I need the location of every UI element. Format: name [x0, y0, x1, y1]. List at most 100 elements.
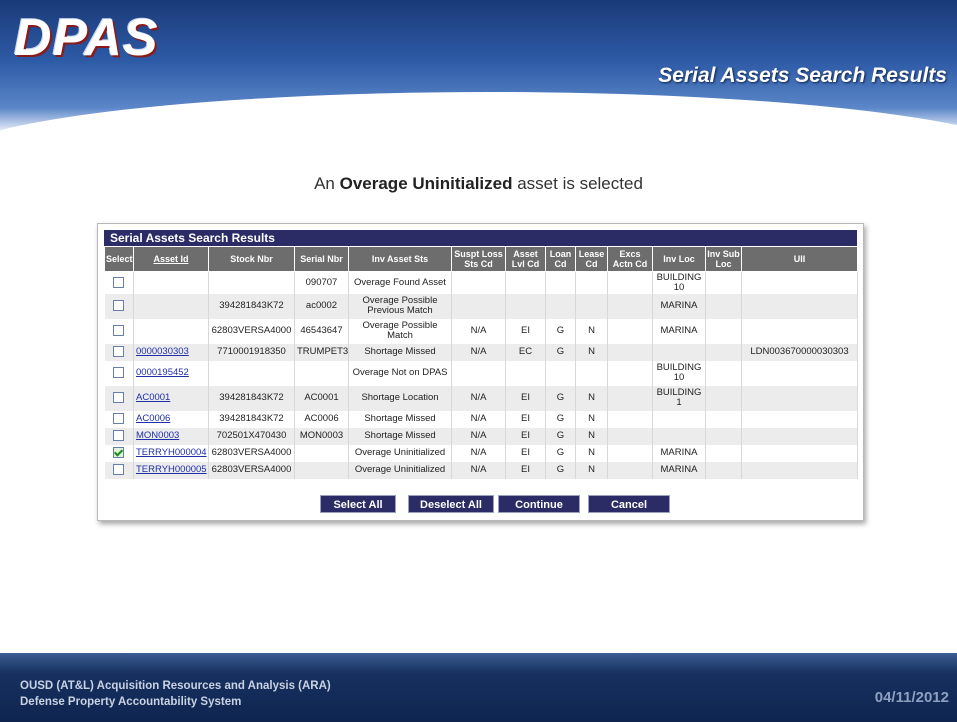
asset-lvl-cell: [505, 360, 546, 386]
lease-cell: [575, 360, 608, 386]
suspt-loss-cell: N/A: [451, 343, 506, 361]
asset-id-link[interactable]: AC0006: [136, 413, 170, 424]
row-checkbox[interactable]: [113, 447, 125, 459]
row-select-cell[interactable]: [104, 360, 134, 386]
inv-sub-loc-cell: [705, 318, 742, 344]
asset-id-link[interactable]: 0000030303: [136, 346, 189, 357]
inv-asset-sts-cell: Overage Possible Previous Match: [348, 293, 452, 319]
loan-cell: G: [545, 385, 576, 411]
lease-cell: N: [575, 444, 608, 462]
inv-loc-cell: [652, 410, 706, 428]
lease-cell: N: [575, 410, 608, 428]
inv-asset-sts-cell: Shortage Location: [348, 385, 452, 411]
row-select-cell[interactable]: [104, 444, 134, 462]
inv-asset-sts-cell: Shortage Missed: [348, 410, 452, 428]
row-select-cell[interactable]: [104, 461, 134, 479]
excs-cell: [607, 410, 653, 428]
table-row: TERRYH000005 62803VERSA4000 Overage Unin…: [104, 461, 858, 479]
stock-nbr-cell: 62803VERSA4000: [208, 444, 295, 462]
inv-asset-sts-cell: Overage Not on DPAS: [348, 360, 452, 386]
row-select-cell[interactable]: [104, 385, 134, 411]
asset-id-link[interactable]: AC0001: [136, 392, 170, 403]
asset-lvl-cell: EI: [505, 318, 546, 344]
row-checkbox[interactable]: [113, 300, 125, 312]
asset-lvl-cell: [505, 271, 546, 294]
uii-cell: [741, 360, 858, 386]
cancel-button[interactable]: Cancel: [588, 495, 670, 513]
table-row: MON0003 702501X470430 MON0003 Shortage M…: [104, 427, 858, 445]
inv-sub-loc-cell: [705, 461, 742, 479]
row-select-cell[interactable]: [104, 427, 134, 445]
asset-id-link[interactable]: MON0003: [136, 430, 179, 441]
asset-id-cell: MON0003: [133, 427, 209, 445]
row-checkbox[interactable]: [113, 346, 125, 358]
table-row: 62803VERSA4000 46543647 Overage Possible…: [104, 318, 858, 344]
suspt-loss-cell: N/A: [451, 444, 506, 462]
asset-id-link[interactable]: TERRYH000004: [136, 447, 207, 458]
page-title: Serial Assets Search Results: [658, 64, 947, 87]
serial-nbr-cell: AC0006: [294, 410, 349, 428]
col-header-asset-id[interactable]: Asset Id: [133, 246, 209, 272]
deselect-all-button[interactable]: Deselect All: [408, 495, 494, 513]
asset-id-link[interactable]: TERRYH000005: [136, 464, 207, 475]
inv-asset-sts-cell: Shortage Missed: [348, 427, 452, 445]
row-checkbox[interactable]: [113, 464, 125, 476]
col-header-asset-id-link[interactable]: Asset Id: [153, 254, 188, 264]
col-header-loan: Loan Cd: [545, 246, 576, 272]
excs-cell: [607, 360, 653, 386]
asset-id-cell: AC0001: [133, 385, 209, 411]
inv-sub-loc-cell: [705, 427, 742, 445]
row-select-cell[interactable]: [104, 318, 134, 344]
col-header-excs: Excs Actn Cd: [607, 246, 653, 272]
row-select-cell[interactable]: [104, 343, 134, 361]
footer-org-line2: Defense Property Accountability System: [20, 696, 242, 708]
row-checkbox[interactable]: [113, 413, 125, 425]
col-header-suspt-loss: Suspt Loss Sts Cd: [451, 246, 506, 272]
uii-cell: [741, 318, 858, 344]
suspt-loss-cell: N/A: [451, 427, 506, 445]
row-checkbox[interactable]: [113, 325, 125, 337]
row-checkbox[interactable]: [113, 277, 125, 289]
stock-nbr-cell: 62803VERSA4000: [208, 461, 295, 479]
asset-id-cell: TERRYH000005: [133, 461, 209, 479]
caption: An Overage Uninitialized asset is select…: [0, 174, 957, 194]
select-all-button[interactable]: Select All: [320, 495, 396, 513]
inv-asset-sts-cell: Overage Found Asset: [348, 271, 452, 294]
row-select-cell[interactable]: [104, 271, 134, 294]
panel-title: Serial Assets Search Results: [104, 230, 857, 246]
asset-id-cell: 0000030303: [133, 343, 209, 361]
excs-cell: [607, 461, 653, 479]
inv-sub-loc-cell: [705, 293, 742, 319]
col-header-uii: UII: [741, 246, 858, 272]
loan-cell: G: [545, 318, 576, 344]
uii-cell: [741, 427, 858, 445]
caption-bold: Overage Uninitialized: [339, 174, 513, 193]
stock-nbr-cell: [208, 271, 295, 294]
asset-lvl-cell: [505, 293, 546, 319]
inv-loc-cell: [652, 343, 706, 361]
row-checkbox[interactable]: [113, 430, 125, 442]
table-row: AC0006 394281843K72 AC0006 Shortage Miss…: [104, 410, 858, 428]
dpas-logo: DPAS: [14, 9, 159, 67]
uii-cell: [741, 271, 858, 294]
asset-id-link[interactable]: 0000195452: [136, 367, 189, 378]
serial-nbr-cell: ac0002: [294, 293, 349, 319]
stock-nbr-cell: 62803VERSA4000: [208, 318, 295, 344]
uii-cell: [741, 293, 858, 319]
stock-nbr-cell: [208, 360, 295, 386]
row-checkbox[interactable]: [113, 392, 125, 404]
stock-nbr-cell: 394281843K72: [208, 385, 295, 411]
col-header-inv-sub-loc: Inv Sub Loc: [705, 246, 742, 272]
row-select-cell[interactable]: [104, 410, 134, 428]
row-checkbox[interactable]: [113, 367, 125, 379]
table-header-row: Select Asset Id Stock Nbr Serial Nbr Inv…: [104, 246, 858, 272]
asset-lvl-cell: EI: [505, 461, 546, 479]
row-select-cell[interactable]: [104, 293, 134, 319]
table-row: AC0001 394281843K72 AC0001 Shortage Loca…: [104, 385, 858, 411]
excs-cell: [607, 293, 653, 319]
continue-button[interactable]: Continue: [498, 495, 580, 513]
inv-asset-sts-cell: Overage Uninitialized: [348, 444, 452, 462]
loan-cell: G: [545, 461, 576, 479]
slide: DPAS Serial Assets Search Results An Ove…: [0, 0, 957, 722]
inv-loc-cell: BUILDING 10: [652, 271, 706, 294]
